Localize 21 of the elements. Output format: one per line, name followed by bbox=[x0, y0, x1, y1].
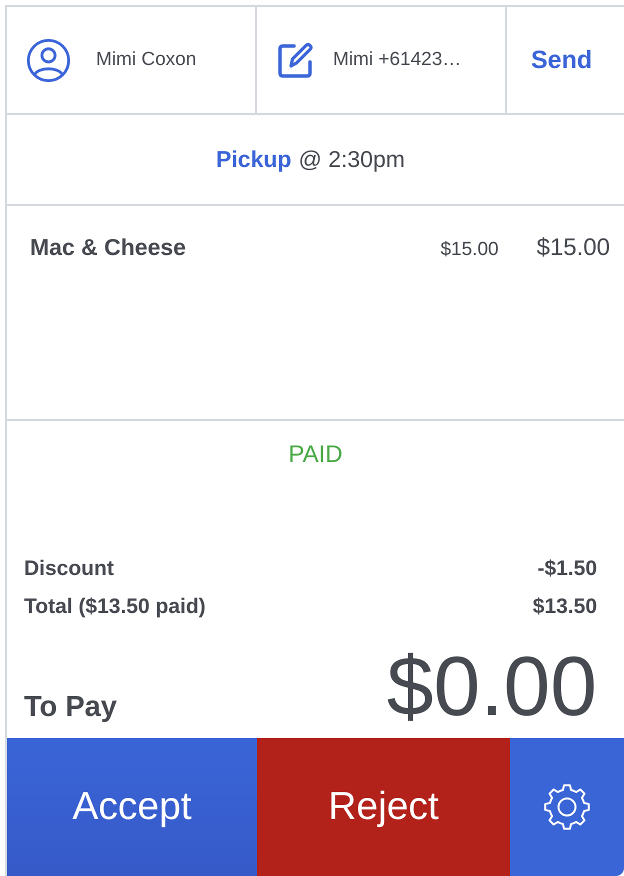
customer-name: Mimi Coxon bbox=[96, 49, 196, 71]
user-icon bbox=[26, 38, 71, 82]
send-button[interactable]: Send bbox=[525, 42, 598, 78]
settings-button[interactable] bbox=[510, 738, 624, 876]
fulfillment-method: Pickup bbox=[216, 146, 292, 173]
item-total: $15.00 bbox=[536, 234, 610, 262]
item-name: Mac & Cheese bbox=[30, 234, 187, 261]
pickup-time: @ 2:30pm bbox=[298, 146, 405, 173]
payment-status: PAID bbox=[288, 441, 343, 469]
item-unit-price: $15.00 bbox=[440, 239, 499, 261]
to-pay-amount: $0.00 bbox=[386, 640, 597, 732]
summary-value: -$1.50 bbox=[537, 556, 597, 582]
reject-button[interactable]: Reject bbox=[257, 738, 510, 876]
accept-button[interactable]: Accept bbox=[7, 738, 257, 876]
summary-label: Total ($13.50 paid) bbox=[24, 594, 206, 620]
summary-label: Discount bbox=[24, 556, 114, 582]
settings-icon bbox=[543, 783, 591, 831]
message-preview: Mimi +61423… bbox=[333, 49, 462, 71]
to-pay-label: To Pay bbox=[24, 691, 117, 725]
summary-value: $13.50 bbox=[532, 594, 597, 620]
edit-icon bbox=[277, 41, 315, 79]
